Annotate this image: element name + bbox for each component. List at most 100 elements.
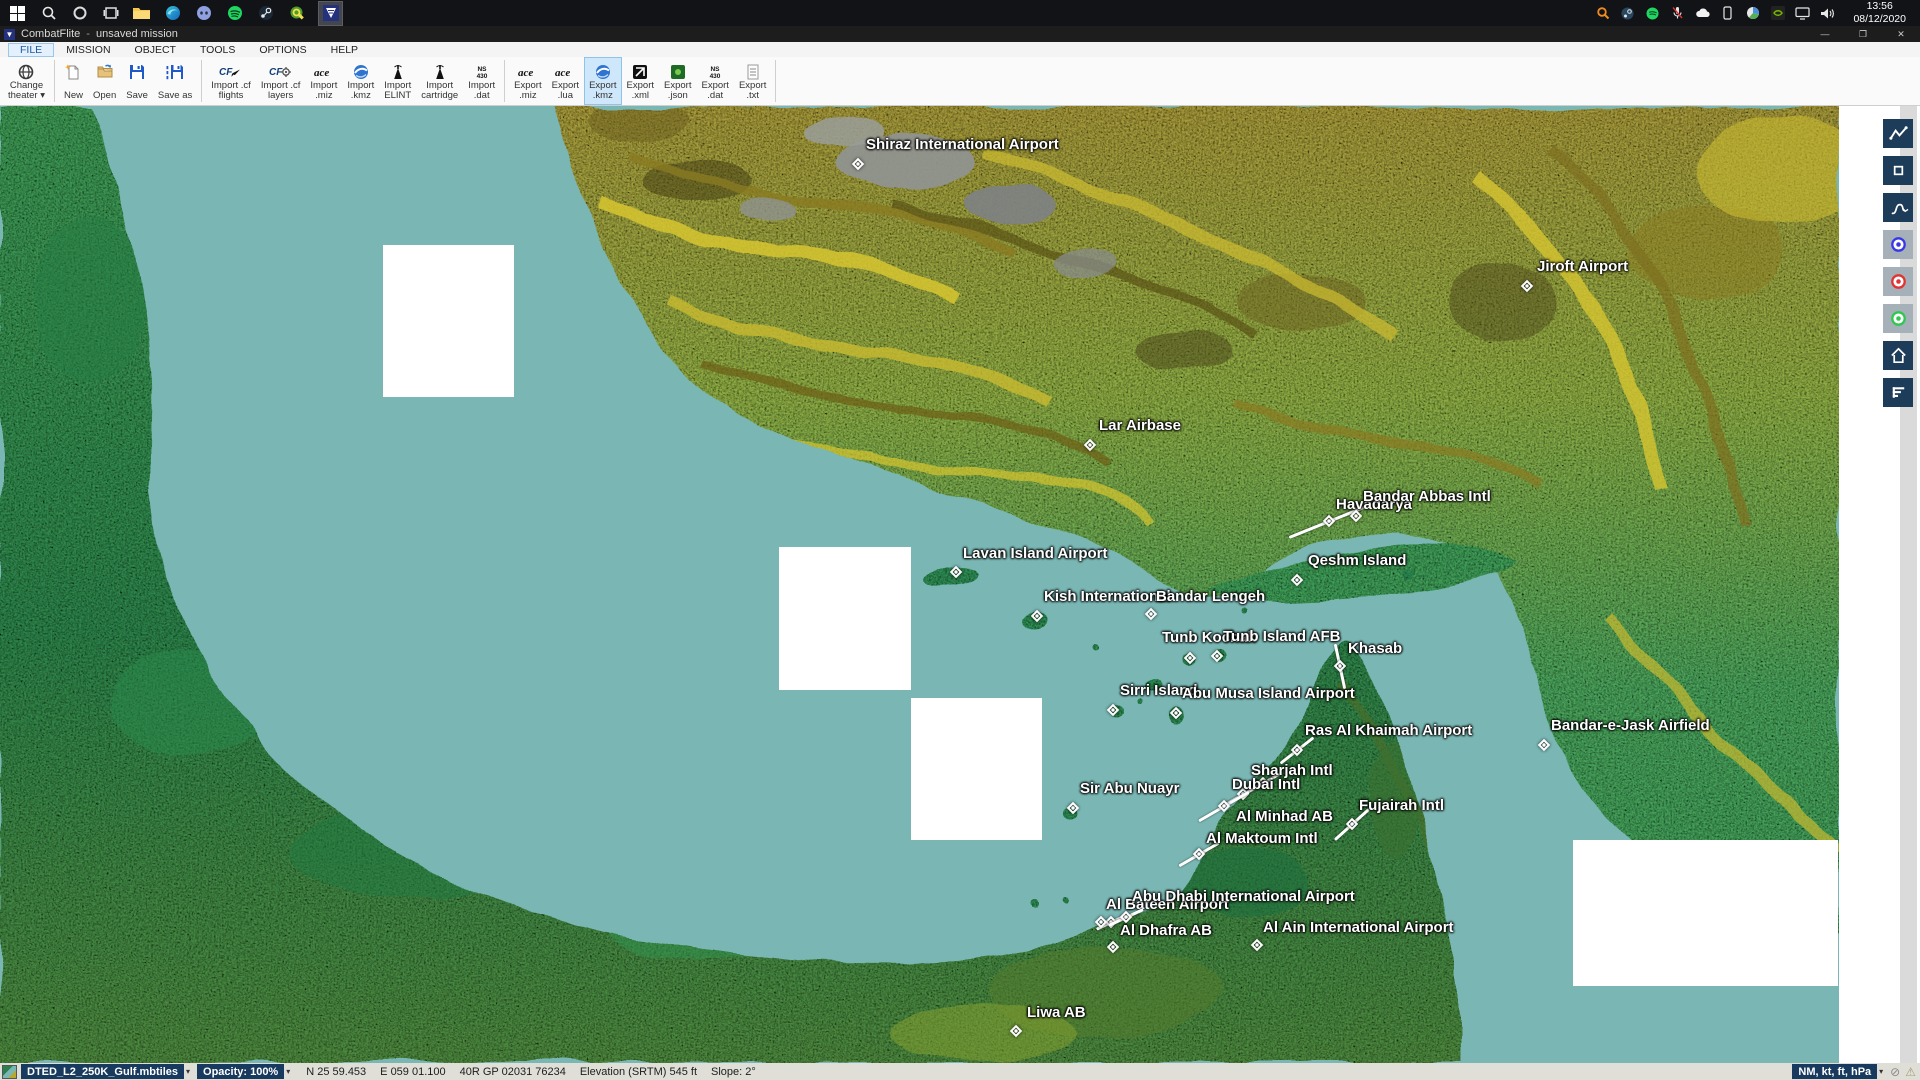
export-xml-button[interactable]: Export.xml (622, 57, 659, 105)
import-elint-button[interactable]: ImportELINT (379, 57, 416, 105)
cursor-mgrs: 40R GP 02031 76234 (460, 1066, 566, 1078)
layer-caret-icon[interactable]: ▾ (186, 1067, 190, 1076)
import-cartridge-button[interactable]: Importcartridge (416, 57, 463, 105)
shape-tool-button[interactable] (1883, 156, 1913, 185)
microphone-muted-icon[interactable] (1670, 6, 1685, 21)
bullseye-red-button[interactable] (1883, 267, 1913, 296)
route-tool-button[interactable] (1883, 119, 1913, 148)
export-miz-button[interactable]: aceExport.miz (509, 57, 546, 105)
opacity-selector[interactable]: Opacity: 100% (197, 1064, 284, 1079)
blank-tile (911, 698, 1042, 840)
cfflight-icon: CF (219, 62, 243, 81)
units-selector[interactable]: NM, kt, ft, hPa (1792, 1064, 1877, 1079)
title-separator: - (86, 28, 90, 40)
save-icon (128, 62, 146, 81)
save-button[interactable]: Save (121, 57, 153, 105)
warning-icon: ⚠ (1905, 1065, 1916, 1079)
cursor-longitude: E 059 01.100 (380, 1066, 445, 1078)
everything-search-icon[interactable] (1595, 6, 1610, 21)
save-as-button[interactable]: Save as (153, 57, 197, 105)
new-button[interactable]: New (59, 57, 88, 105)
minimize-button[interactable]: — (1806, 26, 1844, 42)
cursor-latitude: N 25 59.453 (306, 1066, 366, 1078)
menu-file[interactable]: FILE (8, 43, 54, 57)
export-dat-button[interactable]: NS430Export.dat (696, 57, 733, 105)
taskbar-clock[interactable]: 13:56 08/12/2020 (1845, 0, 1912, 25)
import-cf-layers-button[interactable]: CFImport .cflayers (256, 57, 306, 105)
notes-tool-button[interactable] (1883, 378, 1913, 407)
export-txt-button[interactable]: Export.txt (734, 57, 771, 105)
nvidia-settings-icon[interactable] (1770, 6, 1785, 21)
menu-mission[interactable]: MISSION (54, 43, 122, 57)
antenna-icon (389, 62, 407, 81)
discord-icon[interactable] (195, 5, 212, 22)
toolbar: Changetheater ▾NewOpenSaveSave asCFImpor… (0, 57, 1920, 106)
svg-text:ace: ace (518, 67, 533, 79)
qgis-icon[interactable] (288, 5, 305, 22)
combatflite-taskbar-icon[interactable] (319, 2, 342, 25)
title-bar: ▼ CombatFlite - unsaved mission — ❐ ✕ (0, 26, 1920, 42)
menu-bar: FILEMISSIONOBJECTTOOLSOPTIONSHELP (0, 42, 1920, 57)
menu-options[interactable]: OPTIONS (247, 43, 318, 57)
search-icon[interactable] (40, 5, 57, 22)
menu-items: FILEMISSIONOBJECTTOOLSOPTIONSHELP (0, 43, 370, 57)
svg-text:ace: ace (555, 67, 570, 79)
dcs-icon: ace (313, 62, 335, 81)
curve-tool-button[interactable] (1883, 193, 1913, 222)
bullseye-green-button[interactable] (1883, 304, 1913, 333)
bullseye-blue-button[interactable] (1883, 230, 1913, 259)
menu-tools[interactable]: TOOLS (188, 43, 247, 57)
windows-start-icon[interactable] (9, 5, 26, 22)
spotify-tray-icon[interactable] (1645, 6, 1660, 21)
ns430-icon: NS430 (473, 62, 491, 81)
system-tray: 13:56 08/12/2020 (1595, 0, 1920, 25)
toolbar-divider (504, 60, 505, 102)
svg-text:430: 430 (476, 73, 487, 80)
layer-selector[interactable]: DTED_L2_250K_Gulf.mbtiles (21, 1064, 184, 1079)
steam-tray-icon[interactable] (1620, 6, 1635, 21)
window-controls: — ❐ ✕ (1806, 26, 1920, 42)
storage-pie-icon[interactable] (1745, 6, 1760, 21)
export-kmz-button[interactable]: Export.kmz (584, 57, 621, 105)
volume-icon[interactable] (1820, 6, 1835, 21)
maximize-button[interactable]: ❐ (1844, 26, 1882, 42)
opacity-caret-icon[interactable]: ▾ (286, 1067, 290, 1076)
close-button[interactable]: ✕ (1882, 26, 1920, 42)
desktop: { "taskbar": { "time": "13:56", "date": … (0, 0, 1920, 1080)
task-view-icon[interactable] (102, 5, 119, 22)
svg-text:430: 430 (710, 73, 721, 80)
menu-object[interactable]: OBJECT (123, 43, 188, 57)
import-cf-flights-button[interactable]: CFImport .cfflights (206, 57, 256, 105)
blank-tile (383, 245, 514, 397)
svg-text:NS: NS (711, 66, 721, 73)
import-kmz-button[interactable]: Import.kmz (342, 57, 379, 105)
units-value: NM, kt, ft, hPa (1798, 1066, 1871, 1078)
edge-icon[interactable] (164, 5, 181, 22)
layer-icon (3, 1066, 16, 1078)
open-icon (96, 62, 114, 81)
svg-text:NS: NS (477, 66, 487, 73)
clock-date: 08/12/2020 (1853, 13, 1906, 26)
map-canvas[interactable] (0, 106, 1839, 1063)
open-button[interactable]: Open (88, 57, 121, 105)
spotify-icon[interactable] (226, 5, 243, 22)
export-lua-button[interactable]: aceExport.lua (547, 57, 584, 105)
toolbar-divider (775, 60, 776, 102)
import-miz-button[interactable]: aceImport.miz (305, 57, 342, 105)
home-view-button[interactable] (1883, 341, 1913, 370)
onedrive-cloud-icon[interactable] (1695, 6, 1710, 21)
layer-name: DTED_L2_250K_Gulf.mbtiles (27, 1066, 178, 1078)
toolbar-divider (201, 60, 202, 102)
cortana-icon[interactable] (71, 5, 88, 22)
export-json-button[interactable]: Export.json (659, 57, 696, 105)
dcs-icon: ace (554, 62, 576, 81)
change-theater-button[interactable]: Changetheater ▾ (3, 57, 50, 105)
units-caret-icon[interactable]: ▾ (1879, 1067, 1883, 1076)
display-icon[interactable] (1795, 6, 1810, 21)
import-dat-button[interactable]: NS430Import.dat (463, 57, 500, 105)
ge-icon (594, 62, 612, 81)
menu-help[interactable]: HELP (319, 43, 370, 57)
phone-icon[interactable] (1720, 6, 1735, 21)
steam-icon[interactable] (257, 5, 274, 22)
file-explorer-icon[interactable] (133, 5, 150, 22)
